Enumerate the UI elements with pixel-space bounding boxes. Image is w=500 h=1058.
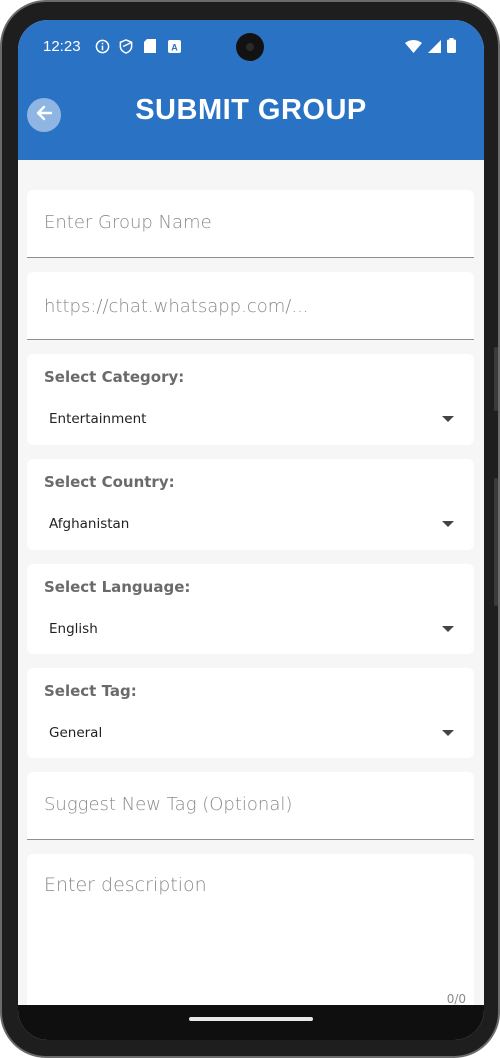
group-name-input[interactable]: Enter Group Name — [27, 190, 474, 258]
chevron-down-icon — [442, 416, 454, 422]
status-time: 12:23 — [43, 38, 81, 55]
home-gesture-handle[interactable] — [189, 1017, 313, 1021]
country-select[interactable]: Select Country: Afghanistan — [27, 459, 474, 550]
category-label: Select Category: — [44, 368, 185, 386]
tag-select[interactable]: Select Tag: General — [27, 668, 474, 758]
front-camera — [236, 33, 264, 61]
volume-button — [494, 347, 498, 411]
app-screen: 12:23 A SUBMIT GROUP Enter Group Name ht… — [18, 20, 484, 1040]
country-label: Select Country: — [44, 473, 175, 491]
category-select[interactable]: Select Category: Entertainment — [27, 354, 474, 445]
description-counter: 0/0 — [446, 992, 466, 1006]
sd-card-icon — [142, 38, 158, 54]
country-value: Afghanistan — [49, 516, 130, 532]
group-link-placeholder: https://chat.whatsapp.com/... — [44, 296, 309, 317]
description-placeholder: Enter description — [44, 874, 207, 896]
group-link-input[interactable]: https://chat.whatsapp.com/... — [27, 272, 474, 340]
status-bar: 12:23 A — [18, 20, 484, 74]
signal-icon — [428, 38, 441, 57]
system-nav-bar — [18, 1005, 484, 1040]
language-select[interactable]: Select Language: English — [27, 564, 474, 654]
power-button — [494, 478, 498, 606]
suggest-tag-placeholder: Suggest New Tag (Optional) — [44, 794, 293, 815]
shield-icon — [118, 38, 134, 54]
phone-frame: 12:23 A SUBMIT GROUP Enter Group Name ht… — [0, 0, 500, 1058]
info-icon — [94, 38, 110, 54]
page-title: SUBMIT GROUP — [135, 94, 367, 126]
wifi-icon — [405, 38, 422, 57]
chevron-down-icon — [442, 730, 454, 736]
tag-value: General — [49, 725, 103, 741]
svg-text:A: A — [171, 42, 178, 52]
a-box-icon: A — [166, 38, 182, 54]
language-value: English — [49, 621, 98, 637]
category-value: Entertainment — [49, 411, 147, 427]
suggest-tag-input[interactable]: Suggest New Tag (Optional) — [27, 772, 474, 840]
app-header: 12:23 A SUBMIT GROUP — [18, 20, 484, 160]
tag-label: Select Tag: — [44, 682, 137, 700]
description-textarea[interactable]: Enter description — [27, 854, 474, 1014]
group-name-placeholder: Enter Group Name — [44, 212, 212, 233]
chevron-down-icon — [442, 521, 454, 527]
chevron-down-icon — [442, 626, 454, 632]
battery-icon — [447, 38, 456, 57]
language-label: Select Language: — [44, 578, 191, 596]
